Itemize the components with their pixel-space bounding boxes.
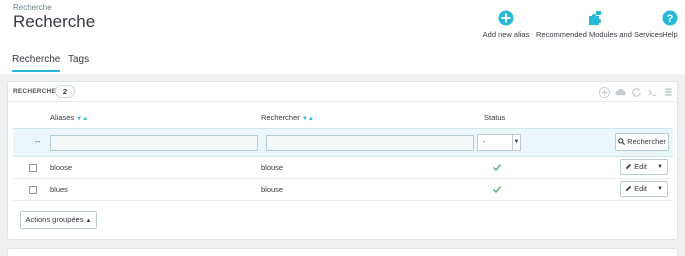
alias-cell: bloose (50, 163, 73, 172)
row-checkbox[interactable] (29, 186, 37, 194)
column-header-status: Status (484, 113, 506, 122)
panel-title: Recherche (13, 88, 56, 95)
alias-cell: blues (50, 185, 68, 194)
search-filter-input[interactable] (266, 135, 474, 151)
add-circle-icon[interactable] (599, 87, 610, 98)
column-search-label: Rechercher (261, 113, 300, 122)
search-cell: blouse (261, 163, 284, 172)
search-button-label: Rechercher (627, 137, 666, 146)
check-icon[interactable] (492, 162, 502, 172)
row-checkbox[interactable] (29, 164, 37, 172)
bottom-panel (7, 248, 678, 256)
breadcrumb[interactable]: Recherche (13, 3, 52, 12)
status-filter-select[interactable]: - ▼ (477, 134, 521, 151)
puzzle-icon (589, 11, 601, 25)
edit-button-group: Edit ▼ (620, 181, 668, 197)
caret-down-icon[interactable]: ▼ (653, 182, 667, 196)
help-button[interactable]: ? Help (658, 10, 682, 39)
terminal-icon[interactable] (647, 87, 658, 98)
filter-dash: -- (35, 137, 41, 146)
add-new-alias-label: Add new alias (482, 30, 530, 39)
search-alias-panel: Recherche 2 Aliases ▼▲ Rechercher ▼▲ (7, 81, 678, 240)
add-icon (498, 10, 514, 26)
page-title: Recherche (13, 12, 96, 31)
table-row: bloose blouse Edit ▼ (13, 157, 673, 179)
tab-tags[interactable]: Tags (68, 50, 92, 72)
svg-text:?: ? (667, 13, 674, 25)
sort-icon[interactable]: ▼▲ (76, 116, 88, 122)
check-icon[interactable] (492, 184, 502, 194)
caret-up-icon: ▲ (85, 218, 92, 224)
add-new-alias-button[interactable]: Add new alias (480, 10, 532, 39)
column-header-search[interactable]: Rechercher ▼▲ (261, 113, 314, 122)
pencil-icon (625, 185, 632, 192)
page-header: Recherche Recherche Add new alias Recomm… (0, 0, 685, 74)
pencil-icon (625, 163, 632, 170)
sort-icon[interactable]: ▼▲ (302, 116, 314, 122)
column-aliases-label: Aliases (50, 113, 75, 122)
help-label: Help (662, 30, 678, 39)
bulk-actions-label: Actions groupées (25, 215, 84, 224)
recommended-modules-button[interactable]: Recommended Modules and Services (536, 10, 663, 39)
cloud-upload-icon[interactable] (615, 87, 626, 98)
search-cell: blouse (261, 185, 284, 194)
recommended-modules-label: Recommended Modules and Services (536, 30, 663, 39)
edit-label: Edit (634, 162, 648, 171)
alias-filter-input[interactable] (50, 135, 258, 151)
filter-row: -- - ▼ Rechercher (13, 128, 673, 157)
caret-down-icon: ▼ (512, 135, 520, 150)
edit-label: Edit (634, 184, 648, 193)
search-button[interactable]: Rechercher (615, 133, 669, 151)
edit-button[interactable]: Edit (621, 160, 653, 174)
table-row: blues blouse Edit ▼ (13, 179, 673, 201)
status-filter-value: - (483, 137, 486, 146)
count-badge: 2 (55, 85, 75, 98)
tab-recherche[interactable]: Recherche (12, 50, 60, 72)
search-icon (618, 138, 626, 145)
help-icon: ? (662, 10, 678, 26)
caret-down-icon[interactable]: ▼ (653, 160, 667, 174)
database-icon[interactable] (663, 87, 674, 98)
column-header-aliases[interactable]: Aliases ▼▲ (50, 113, 88, 122)
refresh-icon[interactable] (631, 87, 642, 98)
panel-heading: Recherche 2 (8, 82, 677, 102)
edit-button-group: Edit ▼ (620, 159, 668, 175)
edit-button[interactable]: Edit (621, 182, 653, 196)
bulk-actions-button[interactable]: Actions groupées ▲ (20, 211, 97, 229)
